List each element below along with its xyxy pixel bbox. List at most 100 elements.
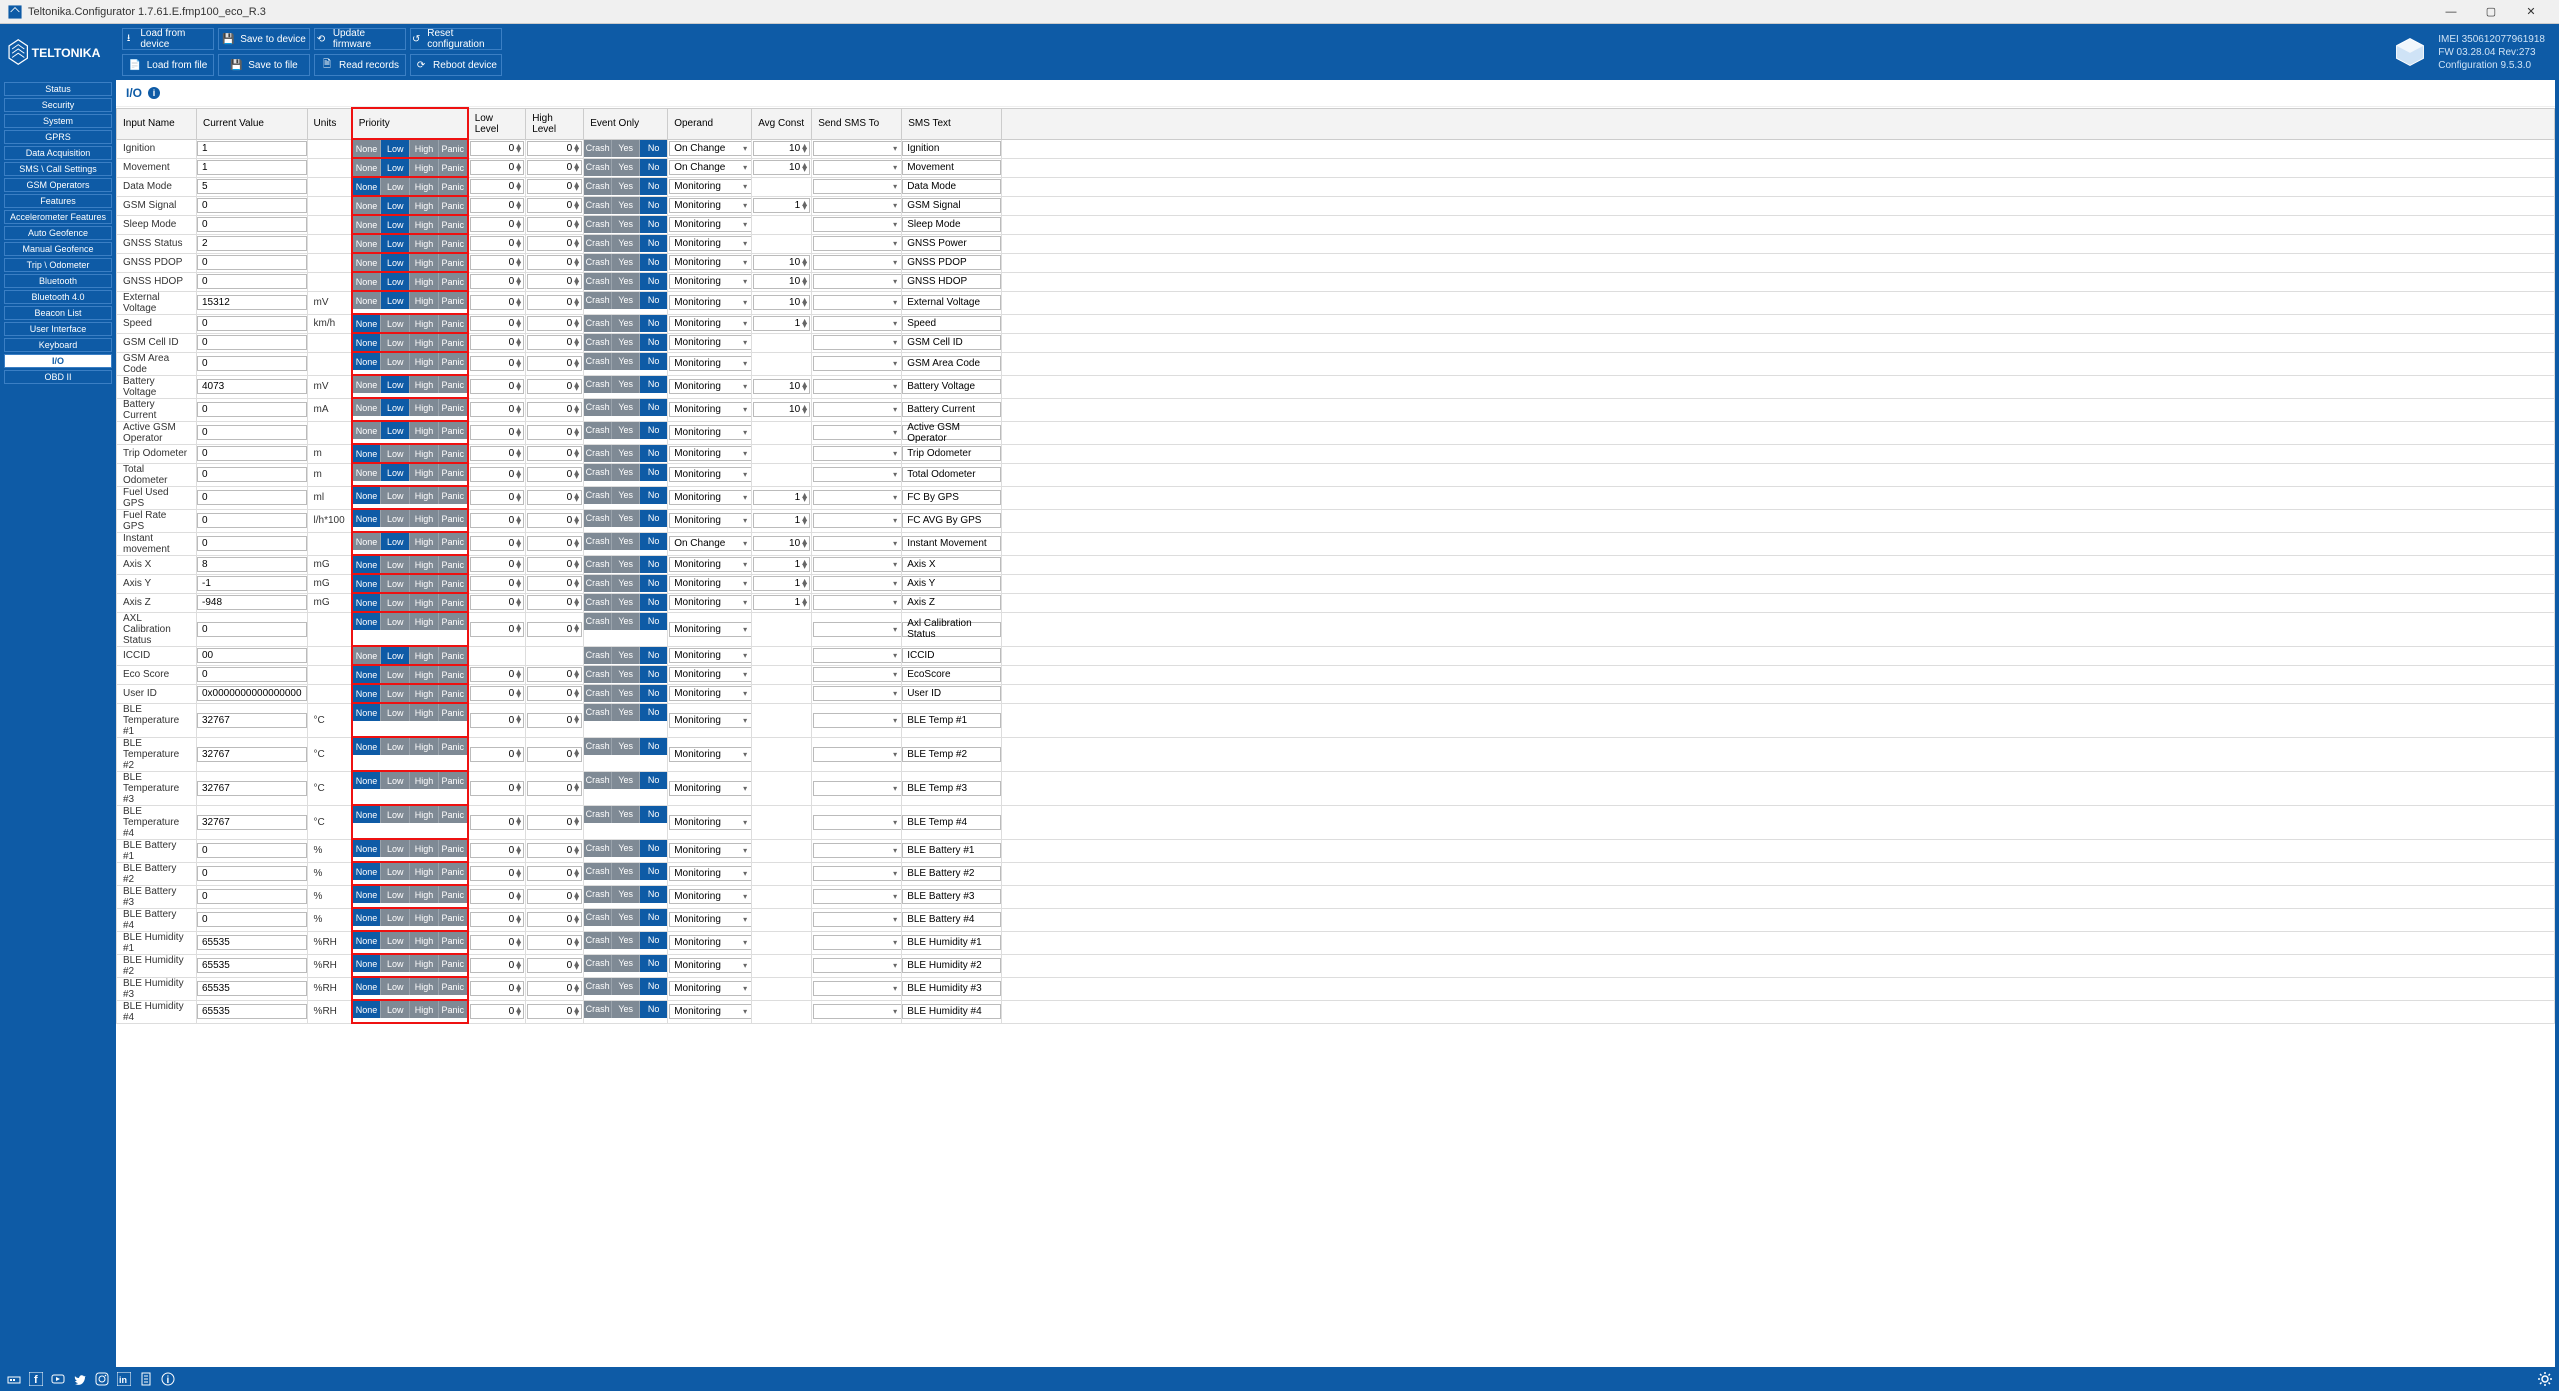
priority-high[interactable]: High [410,932,439,949]
spinner-icon[interactable]: ▴▾ [574,870,579,878]
priority-none[interactable]: None [353,594,382,611]
priority-panic[interactable]: Panic [439,292,467,309]
event-no[interactable]: No [640,140,667,157]
event-crash[interactable]: Crash [584,334,612,351]
priority-none[interactable]: None [353,315,382,332]
event-crash[interactable]: Crash [584,556,612,573]
event-no[interactable]: No [640,909,667,926]
event-only-selector[interactable]: CrashYesNo [584,291,668,314]
priority-low[interactable]: Low [381,932,410,949]
priority-high[interactable]: High [410,1001,439,1018]
event-yes[interactable]: Yes [612,510,640,527]
spinner-icon[interactable]: ▴▾ [516,240,521,248]
operand-select[interactable]: Monitoring▾ [668,215,752,234]
operand-select[interactable]: Monitoring▾ [668,333,752,352]
priority-selector[interactable]: NoneLowHighPanic [352,234,468,253]
low-level-input[interactable]: 0▴▾ [468,215,526,234]
operand-select[interactable]: Monitoring▾ [668,954,752,977]
priority-none[interactable]: None [353,273,382,290]
send-sms-to-select[interactable]: ▾ [812,421,902,444]
priority-panic[interactable]: Panic [439,464,467,481]
priority-none[interactable]: None [353,510,382,527]
sidebar-item-gprs[interactable]: GPRS [4,130,112,144]
priority-selector[interactable]: NoneLowHighPanic [352,398,468,421]
priority-panic[interactable]: Panic [439,738,467,755]
event-yes[interactable]: Yes [612,1001,640,1018]
avg-const-input[interactable]: 10▴▾ [752,532,812,555]
avg-const-input[interactable]: 1▴▾ [752,555,812,574]
send-sms-to-select[interactable]: ▾ [812,805,902,839]
low-level-input[interactable]: 0▴▾ [468,196,526,215]
sms-text-input[interactable]: BLE Humidity #1 [902,931,1002,954]
send-sms-to-select[interactable]: ▾ [812,234,902,253]
sms-text-input[interactable]: BLE Humidity #2 [902,954,1002,977]
high-level-input[interactable]: 0▴▾ [526,703,584,737]
sms-text-input[interactable]: GSM Signal [902,196,1002,215]
priority-selector[interactable]: NoneLowHighPanic [352,665,468,684]
priority-high[interactable]: High [410,273,439,290]
event-only-selector[interactable]: CrashYesNo [584,885,668,908]
event-only-selector[interactable]: CrashYesNo [584,215,668,234]
event-no[interactable]: No [640,685,667,702]
priority-selector[interactable]: NoneLowHighPanic [352,352,468,375]
priority-high[interactable]: High [410,738,439,755]
priority-selector[interactable]: NoneLowHighPanic [352,931,468,954]
priority-selector[interactable]: NoneLowHighPanic [352,771,468,805]
event-crash[interactable]: Crash [584,575,612,592]
priority-selector[interactable]: NoneLowHighPanic [352,593,468,612]
instagram-icon[interactable] [94,1371,110,1387]
priority-none[interactable]: None [353,353,382,370]
operand-select[interactable]: Monitoring▾ [668,272,752,291]
event-crash[interactable]: Crash [584,445,612,462]
priority-low[interactable]: Low [381,235,410,252]
sidebar-item-user-interface[interactable]: User Interface [4,322,112,336]
event-no[interactable]: No [640,235,667,252]
operand-select[interactable]: Monitoring▾ [668,398,752,421]
low-level-input[interactable]: 0▴▾ [468,885,526,908]
sms-text-input[interactable]: Movement [902,158,1002,177]
sidebar-item-features[interactable]: Features [4,194,112,208]
priority-panic[interactable]: Panic [439,647,467,664]
low-level-input[interactable]: 0▴▾ [468,352,526,375]
priority-none[interactable]: None [353,292,382,309]
priority-low[interactable]: Low [381,594,410,611]
priority-selector[interactable]: NoneLowHighPanic [352,646,468,665]
operand-select[interactable]: On Change▾ [668,139,752,158]
event-no[interactable]: No [640,159,667,176]
event-yes[interactable]: Yes [612,978,640,995]
operand-select[interactable]: Monitoring▾ [668,839,752,862]
event-yes[interactable]: Yes [612,464,640,481]
priority-high[interactable]: High [410,445,439,462]
event-yes[interactable]: Yes [612,422,640,439]
priority-selector[interactable]: NoneLowHighPanic [352,158,468,177]
event-crash[interactable]: Crash [584,772,612,789]
send-sms-to-select[interactable]: ▾ [812,954,902,977]
low-level-input[interactable]: 0▴▾ [468,532,526,555]
priority-high[interactable]: High [410,254,439,271]
priority-low[interactable]: Low [381,704,410,721]
priority-selector[interactable]: NoneLowHighPanic [352,839,468,862]
priority-selector[interactable]: NoneLowHighPanic [352,375,468,398]
high-level-input[interactable]: 0▴▾ [526,532,584,555]
spinner-icon[interactable]: ▴▾ [516,939,521,947]
low-level-input[interactable]: 0▴▾ [468,665,526,684]
priority-selector[interactable]: NoneLowHighPanic [352,333,468,352]
low-level-input[interactable]: 0▴▾ [468,908,526,931]
priority-low[interactable]: Low [381,738,410,755]
high-level-input[interactable]: 0▴▾ [526,684,584,703]
event-no[interactable]: No [640,445,667,462]
priority-panic[interactable]: Panic [439,235,467,252]
priority-panic[interactable]: Panic [439,216,467,233]
spinner-icon[interactable]: ▴▾ [516,471,521,479]
event-only-selector[interactable]: CrashYesNo [584,421,668,444]
priority-low[interactable]: Low [381,909,410,926]
send-sms-to-select[interactable]: ▾ [812,885,902,908]
spinner-icon[interactable]: ▴▾ [516,784,521,792]
priority-high[interactable]: High [410,806,439,823]
priority-panic[interactable]: Panic [439,613,467,630]
high-level-input[interactable]: 0▴▾ [526,771,584,805]
sms-text-input[interactable]: GNSS PDOP [902,253,1002,272]
event-yes[interactable]: Yes [612,840,640,857]
event-no[interactable]: No [640,772,667,789]
event-no[interactable]: No [640,932,667,949]
